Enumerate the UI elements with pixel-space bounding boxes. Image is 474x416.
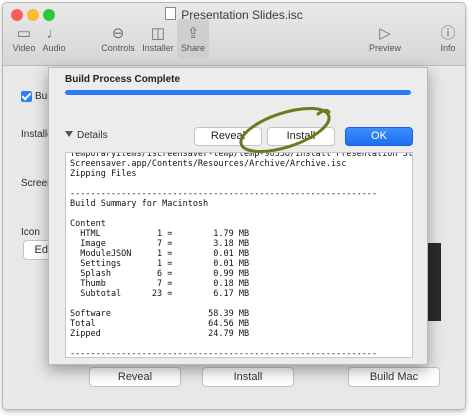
annotation-overlay xyxy=(239,106,331,154)
highlight-circle-annotation xyxy=(239,106,331,154)
